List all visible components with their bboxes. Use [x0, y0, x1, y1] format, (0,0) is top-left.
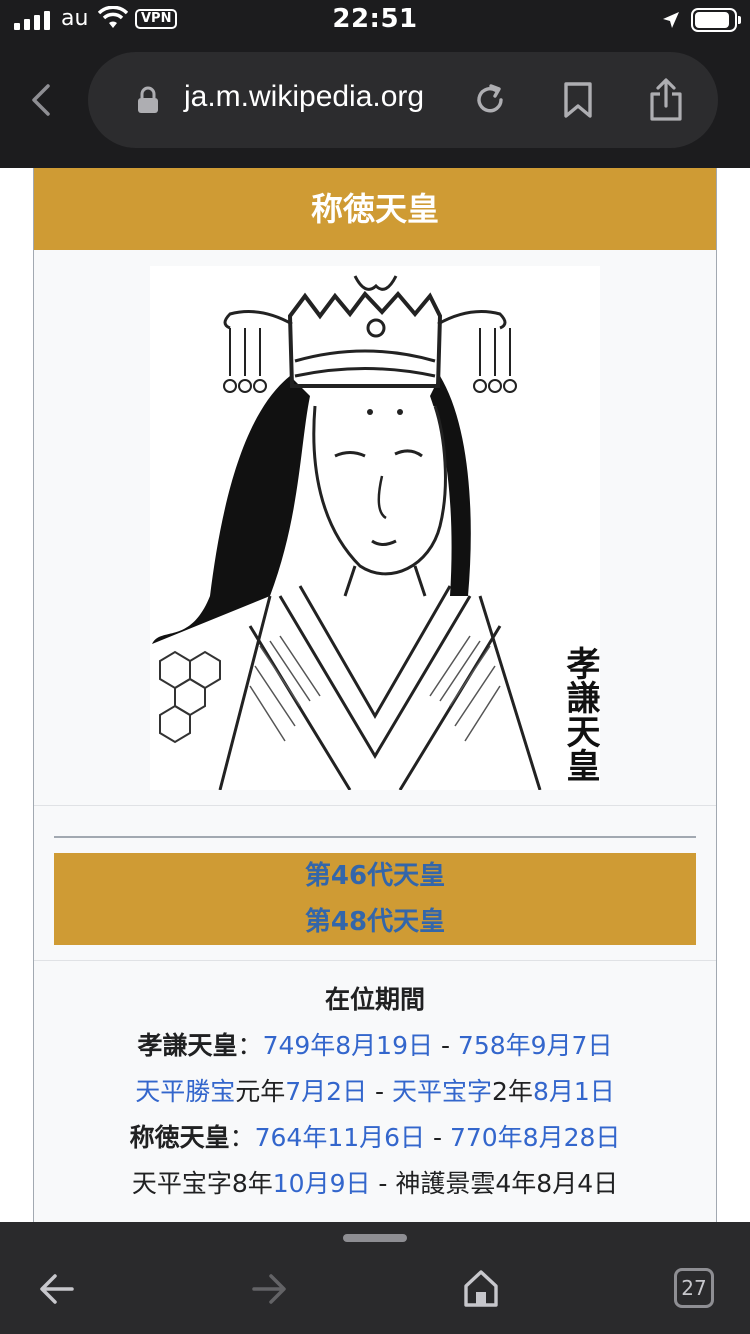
tabs-count-button[interactable]: 27 — [674, 1268, 714, 1308]
bookmark-icon[interactable] — [562, 82, 594, 118]
share-icon[interactable] — [648, 78, 684, 122]
browser-top-chrome: au VPN 22:51 ja.m.wikipedia.org — [0, 0, 750, 168]
shotoku-name: 称徳天皇 — [129, 1123, 230, 1152]
status-bar: au VPN 22:51 — [0, 0, 750, 44]
reign-line-koken: 孝謙天皇：749年8月19日 - 758年9月7日 — [137, 1031, 613, 1060]
location-arrow-icon — [663, 12, 679, 28]
infobox-title: 称徳天皇 — [34, 168, 716, 250]
reload-icon[interactable] — [472, 82, 508, 118]
reign-line-era2: 天平宝字8年10月9日 - 神護景雲4年8月4日 — [131, 1169, 619, 1198]
arrow-left-icon[interactable] — [38, 1270, 76, 1308]
home-icon[interactable] — [462, 1268, 500, 1308]
portrait-row: 孝謙天皇 — [34, 250, 716, 806]
section-separator — [34, 960, 716, 961]
browser-bottom-toolbar: 27 — [0, 1222, 750, 1334]
emperor-portrait-image[interactable]: 孝謙天皇 — [150, 266, 600, 790]
reign-heading: 在位期間 — [324, 985, 425, 1014]
infobox: 称徳天皇 孝謙天皇 第46代天皇 第48代天皇 在位期間 孝謙天皇：749年8月… — [33, 168, 717, 1222]
era3-date-link[interactable]: 10月9日 — [273, 1169, 371, 1198]
koken-end-link[interactable]: 758年9月7日 — [458, 1031, 613, 1060]
chevron-left-icon[interactable] — [26, 80, 56, 120]
status-time: 22:51 — [332, 4, 418, 34]
page-content: 称徳天皇 孝謙天皇 第46代天皇 第48代天皇 在位期間 孝謙天皇：749年8月… — [0, 168, 750, 1222]
koken-start-link[interactable]: 749年8月19日 — [263, 1031, 433, 1060]
battery-icon — [691, 8, 741, 32]
prev-emperor-link[interactable]: 第46代天皇 — [54, 853, 696, 899]
next-emperor-link[interactable]: 第48代天皇 — [54, 899, 696, 945]
battery-level — [695, 12, 729, 28]
url-text[interactable]: ja.m.wikipedia.org — [184, 80, 424, 114]
succession-box: 第46代天皇 第48代天皇 — [54, 853, 696, 945]
era1-date-link[interactable]: 7月2日 — [285, 1077, 367, 1106]
arrow-right-icon[interactable] — [250, 1270, 288, 1308]
shotoku-end-link[interactable]: 770年8月28日 — [450, 1123, 620, 1152]
lock-icon — [138, 86, 158, 113]
koken-name: 孝謙天皇 — [137, 1031, 238, 1060]
reign-line-era: 天平勝宝元年7月2日 - 天平宝字2年8月1日 — [135, 1077, 615, 1106]
era-tenpyo-hoji-link[interactable]: 天平宝字 — [392, 1077, 492, 1106]
shotoku-start-link[interactable]: 764年11月6日 — [255, 1123, 425, 1152]
reign-line-shotoku: 称徳天皇：764年11月6日 - 770年8月28日 — [129, 1123, 621, 1152]
infobox-divider — [54, 836, 696, 838]
toolbar-grab-handle[interactable] — [343, 1234, 407, 1242]
portrait-caption: 孝謙天皇 — [560, 646, 600, 782]
era-tenpyo-shoho-link[interactable]: 天平勝宝 — [135, 1077, 235, 1106]
era2-date-link[interactable]: 8月1日 — [533, 1077, 615, 1106]
